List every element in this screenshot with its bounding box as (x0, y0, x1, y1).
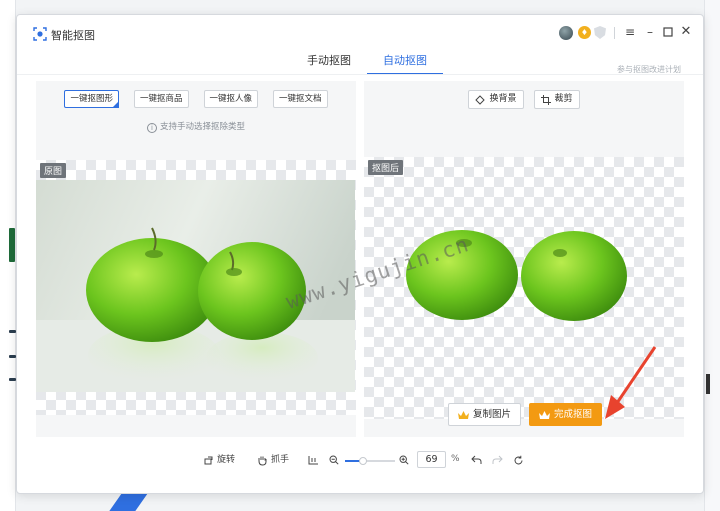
background-fragment (9, 355, 16, 358)
app-logo-icon (33, 27, 47, 41)
reset-button[interactable] (513, 451, 524, 469)
zoom-slider[interactable] (345, 457, 395, 465)
original-canvas[interactable]: 原图 (36, 160, 356, 415)
undo-button[interactable] (471, 451, 482, 469)
background-swap-icon (475, 94, 486, 105)
smart-cutout-dialog: 智能抠图 ♦ ≡ – ✕ 手动抠图 自动抠图 参与抠图改进计划 一键抠图形 一键… (16, 14, 704, 494)
crown-icon (539, 410, 550, 419)
result-actions: 复制图片 完成抠图 (448, 403, 603, 426)
minimize-button[interactable]: – (642, 24, 658, 40)
tab-auto-cutout[interactable]: 自动抠图 (367, 51, 443, 75)
rotate-icon (204, 456, 213, 465)
cutout-document-button[interactable]: 一键抠文档 (273, 90, 328, 108)
redo-button[interactable] (492, 451, 503, 469)
crop-label: 裁剪 (554, 94, 573, 104)
bottom-toolbar: 旋转 抓手 69 % (17, 451, 703, 471)
result-canvas[interactable]: 抠图后 (364, 157, 684, 419)
zoom-unit: % (451, 454, 460, 464)
title-bar: 智能抠图 ♦ ≡ – ✕ (17, 15, 703, 51)
info-icon: i (146, 123, 157, 133)
close-button[interactable]: ✕ (678, 24, 694, 40)
copy-image-label: 复制图片 (473, 409, 512, 420)
menu-icon[interactable]: ≡ (622, 24, 638, 40)
crop-icon (540, 94, 551, 105)
cutout-mode-row: 一键抠图形 一键抠商品 一键抠人像 一键抠文档 (36, 90, 356, 108)
rotate-label: 旋转 (217, 455, 236, 465)
cutout-result-image (406, 230, 627, 321)
cutout-portrait-button[interactable]: 一键抠人像 (203, 90, 259, 108)
result-panel: 换背景 裁剪 抠图后 复制图片 完成抠图 (364, 81, 684, 437)
fit-size-button[interactable] (308, 451, 319, 469)
copy-image-button[interactable]: 复制图片 (448, 403, 522, 426)
hint-text: 支持手动选择抠除类型 (159, 122, 245, 132)
result-tools: 换背景 裁剪 (364, 90, 684, 109)
reset-icon (514, 455, 523, 464)
zoom-out-icon (329, 455, 339, 465)
background-fragment (9, 330, 16, 333)
original-panel: 一键抠图形 一键抠商品 一键抠人像 一键抠文档 i 支持手动选择抠除类型 原图 (36, 81, 356, 437)
maximize-button[interactable] (660, 24, 676, 40)
vip-badge-icon[interactable]: ♦ (578, 26, 591, 39)
mode-tabs: 手动抠图 自动抠图 (291, 51, 443, 75)
zoom-slider-handle[interactable] (358, 457, 367, 465)
crown-icon (458, 410, 469, 419)
zoom-in-icon (399, 455, 409, 465)
grab-label: 抓手 (271, 455, 290, 465)
redo-icon (492, 455, 503, 464)
zoom-input[interactable]: 69 (417, 451, 446, 468)
background-scroll-area (704, 0, 720, 511)
fit-size-icon (308, 456, 318, 465)
crop-button[interactable]: 裁剪 (533, 90, 580, 109)
grab-button[interactable]: 抓手 (257, 451, 289, 469)
hand-icon (258, 456, 267, 466)
original-tag: 原图 (40, 163, 67, 178)
change-background-label: 换背景 (489, 94, 517, 104)
tabs-divider (17, 74, 703, 75)
background-fragment (9, 378, 16, 381)
zoom-out-button[interactable] (329, 451, 339, 469)
change-background-button[interactable]: 换背景 (468, 90, 524, 109)
shield-icon[interactable] (594, 26, 606, 39)
title-separator (614, 27, 615, 39)
tab-manual-cutout[interactable]: 手动抠图 (291, 51, 367, 75)
join-improvement-link[interactable]: 参与抠图改进计划 (617, 64, 681, 75)
finish-cutout-label: 完成抠图 (554, 409, 593, 420)
original-photo (36, 180, 355, 392)
zoom-in-button[interactable] (399, 451, 409, 469)
cutout-type-hint: i 支持手动选择抠除类型 (36, 120, 356, 133)
user-avatar[interactable] (559, 26, 573, 40)
cutout-shape-button[interactable]: 一键抠图形 (64, 90, 119, 108)
cutout-product-button[interactable]: 一键抠商品 (133, 90, 189, 108)
background-fragment (706, 374, 710, 394)
undo-icon (471, 455, 482, 464)
finish-cutout-button[interactable]: 完成抠图 (529, 403, 603, 426)
app-title: 智能抠图 (51, 29, 95, 42)
background-fragment (9, 228, 15, 262)
result-tag: 抠图后 (368, 160, 404, 175)
rotate-button[interactable]: 旋转 (204, 451, 235, 469)
